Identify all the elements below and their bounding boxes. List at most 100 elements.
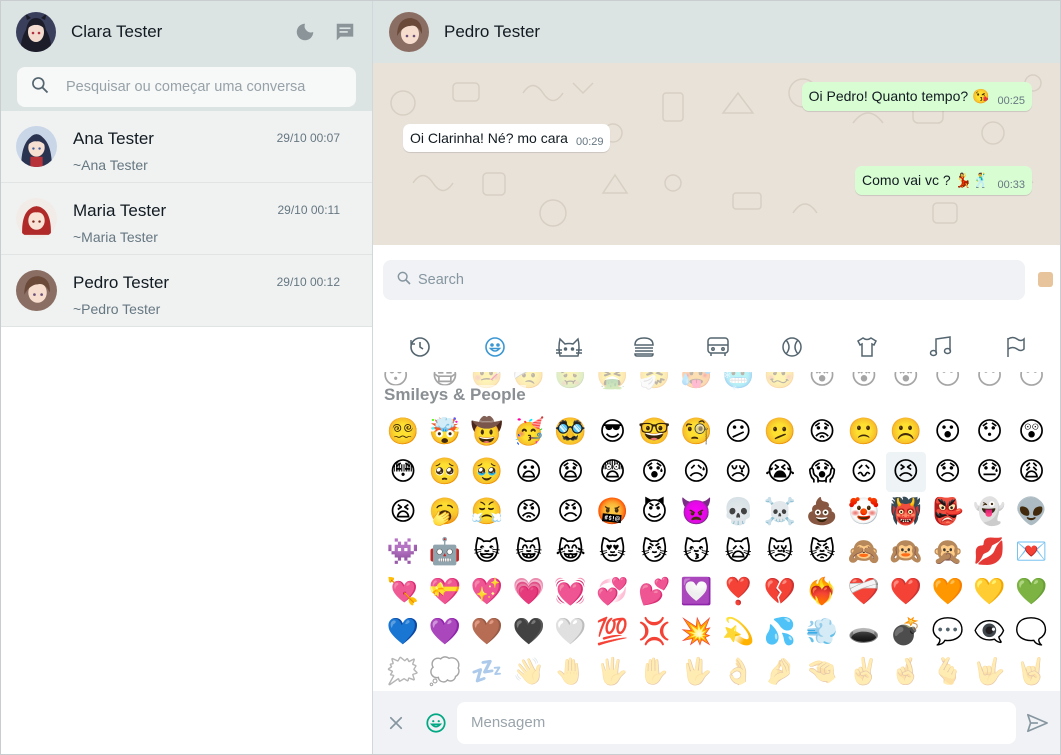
- emoji-button[interactable]: 💭: [425, 652, 465, 692]
- search-input[interactable]: [66, 79, 346, 95]
- emoji-button[interactable]: 😿: [760, 532, 800, 572]
- emoji-button[interactable]: ✋: [634, 652, 674, 692]
- emoji-button[interactable]: 😲: [1012, 412, 1052, 452]
- emoji-button[interactable]: 😶: [970, 372, 1010, 396]
- symbols-icon[interactable]: [919, 325, 963, 369]
- emoji-button[interactable]: 😵: [802, 372, 842, 396]
- emoji-button[interactable]: 😹: [551, 532, 591, 572]
- emoji-button[interactable]: 💋: [970, 532, 1010, 572]
- emoji-button[interactable]: 💕: [634, 572, 674, 612]
- emoji-button[interactable]: 🤟: [970, 652, 1010, 692]
- emoji-button[interactable]: 🧐: [676, 412, 716, 452]
- emoji-button[interactable]: 😽: [676, 532, 716, 572]
- emoji-button[interactable]: 🙉: [886, 532, 926, 572]
- conversation-header[interactable]: Pedro Tester: [373, 1, 1060, 63]
- emoji-button[interactable]: 😓: [970, 452, 1010, 492]
- user-avatar[interactable]: [16, 12, 56, 52]
- chat-item-maria[interactable]: Maria Tester 29/10 00:11 ~Maria Tester: [1, 183, 372, 255]
- send-icon[interactable]: [1024, 710, 1050, 736]
- message-bubble-out[interactable]: Oi Pedro! Quanto tempo? 😘 00:25: [801, 82, 1032, 111]
- emoji-button[interactable]: 😵: [886, 372, 926, 396]
- emoji-button[interactable]: 😦: [509, 452, 549, 492]
- emoji-button[interactable]: ☹️: [886, 412, 926, 452]
- emoji-button[interactable]: 🤞: [886, 652, 926, 692]
- emoji-button[interactable]: 💜: [425, 612, 465, 652]
- emoji-button[interactable]: 😶: [928, 372, 968, 396]
- emoji-button[interactable]: 🖖: [676, 652, 716, 692]
- flags-icon[interactable]: [993, 325, 1037, 369]
- message-bubble-out[interactable]: Como vai vc ? 💃🕺 00:33: [855, 166, 1032, 195]
- emoji-button[interactable]: 🫰: [928, 652, 968, 692]
- emoji-button[interactable]: 🤍: [551, 612, 591, 652]
- emoji-button[interactable]: 😺: [467, 532, 507, 572]
- close-icon[interactable]: [383, 710, 409, 736]
- emoji-button[interactable]: 😼: [634, 532, 674, 572]
- emoji-button[interactable]: 😵: [844, 372, 884, 396]
- emoji-button[interactable]: 😕: [718, 412, 758, 452]
- emoji-button[interactable]: 👾: [383, 532, 423, 572]
- emoji-button[interactable]: 👻: [970, 492, 1010, 532]
- emoji-button[interactable]: 😩: [1012, 452, 1052, 492]
- emoji-button[interactable]: 😵‍💫: [383, 412, 423, 452]
- emoji-button[interactable]: ☠️: [760, 492, 800, 532]
- emoji-button[interactable]: 🤎: [467, 612, 507, 652]
- emoji-button[interactable]: 😾: [802, 532, 842, 572]
- emoji-search-input[interactable]: [418, 272, 978, 288]
- emoji-button[interactable]: 🤯: [425, 412, 465, 452]
- emoji-button[interactable]: ❣️: [718, 572, 758, 612]
- emoji-button[interactable]: 😳: [383, 452, 423, 492]
- emoji-button[interactable]: 👺: [928, 492, 968, 532]
- emoji-button[interactable]: 😧: [551, 452, 591, 492]
- smileys-icon[interactable]: [473, 325, 517, 369]
- emoji-button[interactable]: 👽: [1012, 492, 1052, 532]
- emoji-button[interactable]: 💩: [802, 492, 842, 532]
- chat-item-pedro[interactable]: Pedro Tester 29/10 00:12 ~Pedro Tester: [1, 255, 372, 327]
- emoji-button[interactable]: 🖤: [509, 612, 549, 652]
- emoji-button[interactable]: 😶: [1012, 372, 1052, 396]
- emoji-button[interactable]: 🫤: [760, 412, 800, 452]
- emoji-button[interactable]: 🤧: [634, 372, 674, 396]
- emoji-button[interactable]: 🗨️: [1012, 612, 1052, 652]
- emoji-button[interactable]: 😫: [383, 492, 423, 532]
- emoji-button[interactable]: 😡: [509, 492, 549, 532]
- emoji-button[interactable]: 💖: [467, 572, 507, 612]
- emoji-button[interactable]: 😮: [928, 412, 968, 452]
- emoji-button[interactable]: 🤏: [802, 652, 842, 692]
- emoji-button[interactable]: 🖐️: [593, 652, 633, 692]
- activity-icon[interactable]: [770, 325, 814, 369]
- emoji-button[interactable]: 💝: [425, 572, 465, 612]
- food-icon[interactable]: [622, 325, 666, 369]
- animals-icon[interactable]: [547, 325, 591, 369]
- emoji-button[interactable]: 🥺: [425, 452, 465, 492]
- emoji-button[interactable]: 🤘: [1012, 652, 1052, 692]
- emoji-button[interactable]: ❤️‍🔥: [802, 572, 842, 612]
- emoji-button[interactable]: 🤢: [551, 372, 591, 396]
- emoji-button[interactable]: 💫: [718, 612, 758, 652]
- emoji-button[interactable]: 🧡: [928, 572, 968, 612]
- emoji-button[interactable]: 💙: [383, 612, 423, 652]
- emoji-button[interactable]: 💦: [760, 612, 800, 652]
- emoji-button[interactable]: 🥱: [425, 492, 465, 532]
- emoji-button[interactable]: 🙊: [928, 532, 968, 572]
- emoji-button[interactable]: 🙈: [844, 532, 884, 572]
- chat-item-ana[interactable]: Ana Tester 29/10 00:07 ~Ana Tester: [1, 111, 372, 183]
- emoji-button[interactable]: 🤡: [844, 492, 884, 532]
- emoji-button[interactable]: 🤌: [760, 652, 800, 692]
- emoji-button[interactable]: 👿: [676, 492, 716, 532]
- emoji-button[interactable]: 😨: [593, 452, 633, 492]
- emoji-button[interactable]: 😈: [634, 492, 674, 532]
- emoji-button[interactable]: 💔: [760, 572, 800, 612]
- emoji-button[interactable]: 😎: [593, 412, 633, 452]
- emoji-button[interactable]: 😣: [885, 452, 926, 492]
- moon-icon[interactable]: [293, 20, 317, 44]
- emoji-button[interactable]: 🥴: [760, 372, 800, 396]
- emoji-button[interactable]: 😠: [551, 492, 591, 532]
- recent-icon[interactable]: [398, 325, 442, 369]
- emoji-button[interactable]: 🥸: [551, 412, 591, 452]
- emoji-button[interactable]: 👁️‍🗨️: [970, 612, 1010, 652]
- emoji-button[interactable]: 💗: [509, 572, 549, 612]
- emoji-button[interactable]: 😭: [760, 452, 800, 492]
- emoji-button[interactable]: 😞: [928, 452, 968, 492]
- contact-avatar[interactable]: [389, 12, 429, 52]
- emoji-button[interactable]: ✌️: [844, 652, 884, 692]
